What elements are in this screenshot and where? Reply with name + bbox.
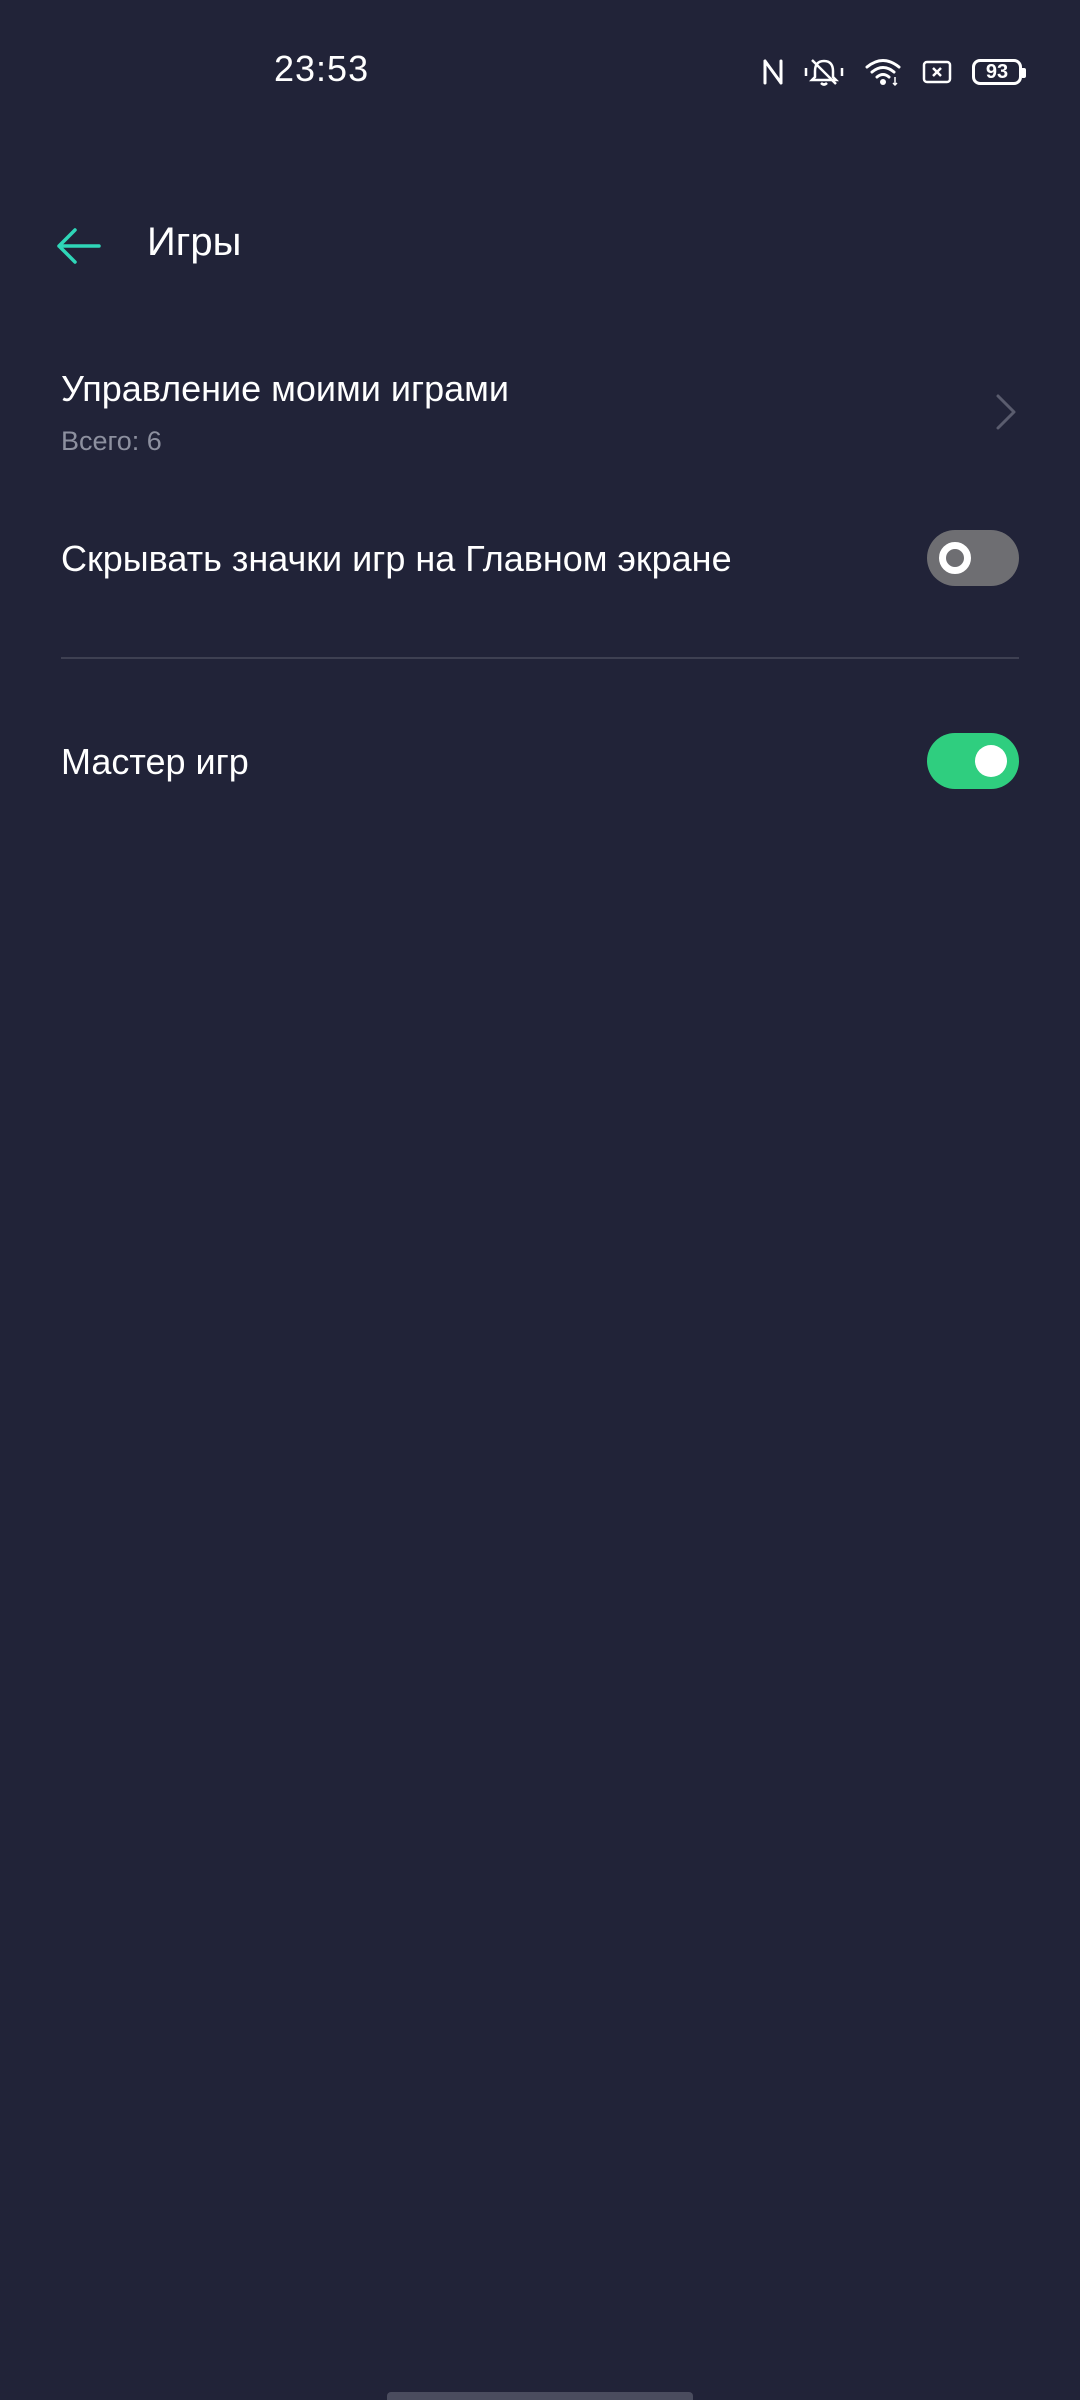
nfc-icon <box>762 57 784 87</box>
header: Игры <box>0 200 1080 290</box>
screen: 23:53 93 Игры Управление моими играми Вс… <box>0 0 1080 2400</box>
status-icons: 93 <box>762 52 1026 92</box>
wifi-icon <box>864 57 902 87</box>
game-master-toggle[interactable] <box>927 733 1019 789</box>
toggle-knob <box>975 745 1007 777</box>
chevron-right-icon <box>996 394 1016 430</box>
battery-icon: 93 <box>972 59 1026 85</box>
manage-games-title: Управление моими играми <box>61 368 510 409</box>
hide-icons-title: Скрывать значки игр на Главном экране <box>61 538 732 579</box>
muted-bell-icon <box>804 56 844 88</box>
home-indicator[interactable] <box>387 2392 693 2400</box>
divider <box>61 657 1019 659</box>
manage-games-item[interactable]: Управление моими играми Всего: 6 <box>0 350 1080 470</box>
status-time: 23:53 <box>274 48 370 89</box>
back-arrow-icon <box>57 228 101 264</box>
game-master-item: Мастер игр <box>0 723 1080 803</box>
manage-games-count: Всего: 6 <box>61 426 162 456</box>
game-master-title: Мастер игр <box>61 741 249 782</box>
page-title: Игры <box>147 220 242 264</box>
toggle-knob <box>939 542 971 574</box>
hide-icons-item: Скрывать значки игр на Главном экране <box>0 520 1080 600</box>
back-button[interactable] <box>48 216 108 276</box>
hide-icons-toggle[interactable] <box>927 530 1019 586</box>
status-bar: 23:53 93 <box>0 0 1080 140</box>
sim-card-icon <box>922 59 952 85</box>
